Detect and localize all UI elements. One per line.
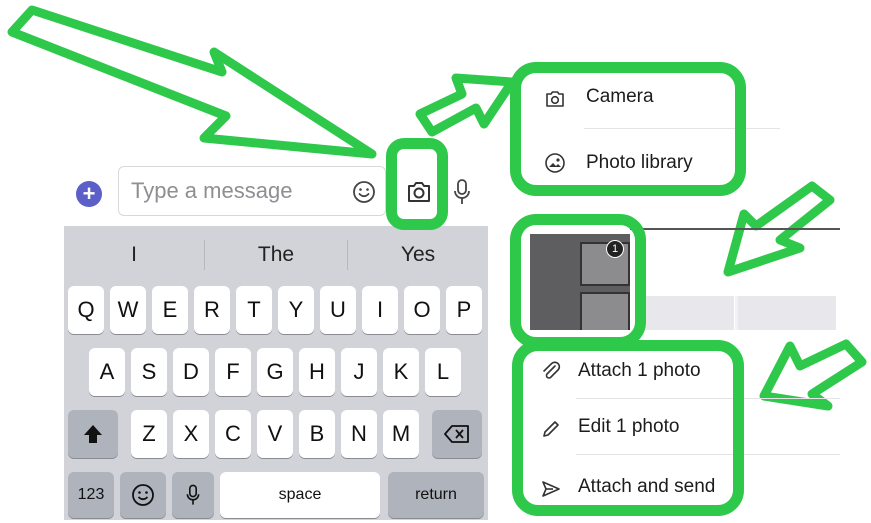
numbers-key[interactable]: 123 <box>68 472 114 518</box>
microphone-icon[interactable] <box>452 178 472 206</box>
shift-icon <box>84 425 102 443</box>
photo-strip-item[interactable] <box>738 296 836 330</box>
highlight-camera-button <box>386 138 448 230</box>
dictation-key[interactable] <box>172 472 214 518</box>
highlight-thumbnail <box>510 214 646 348</box>
shift-key[interactable] <box>68 410 118 458</box>
suggestion-2[interactable]: The <box>205 226 347 284</box>
backspace-key[interactable] <box>432 410 482 458</box>
message-input[interactable]: Type a message <box>118 166 386 216</box>
arrow-to-source-menu <box>415 73 517 137</box>
key-g[interactable]: G <box>257 348 293 396</box>
key-o[interactable]: O <box>404 286 440 334</box>
space-key[interactable]: space <box>220 472 380 518</box>
microphone-icon <box>186 484 200 505</box>
key-e[interactable]: E <box>152 286 188 334</box>
key-a[interactable]: A <box>89 348 125 396</box>
key-k[interactable]: K <box>383 348 419 396</box>
return-key[interactable]: return <box>388 472 484 518</box>
key-l[interactable]: L <box>425 348 461 396</box>
arrow-to-photo-menu <box>759 339 867 411</box>
highlight-photo-menu <box>512 340 744 516</box>
key-b[interactable]: B <box>299 410 335 458</box>
key-j[interactable]: J <box>341 348 377 396</box>
key-s[interactable]: S <box>131 348 167 396</box>
key-d[interactable]: D <box>173 348 209 396</box>
key-t[interactable]: T <box>236 286 272 334</box>
photo-strip <box>636 296 836 330</box>
key-n[interactable]: N <box>341 410 377 458</box>
suggestion-1[interactable]: I <box>64 226 204 284</box>
emoji-icon[interactable] <box>352 180 376 204</box>
suggestion-3[interactable]: Yes <box>348 226 488 284</box>
key-m[interactable]: M <box>383 410 419 458</box>
panel-divider <box>630 228 840 230</box>
message-placeholder: Type a message <box>131 178 293 203</box>
emoji-key[interactable] <box>120 472 166 518</box>
key-w[interactable]: W <box>110 286 146 334</box>
key-x[interactable]: X <box>173 410 209 458</box>
key-i[interactable]: I <box>362 286 398 334</box>
key-z[interactable]: Z <box>131 410 167 458</box>
keyboard: I The Yes Q W E R T Y U I O P A S D F G … <box>64 226 488 520</box>
key-r[interactable]: R <box>194 286 230 334</box>
key-q[interactable]: Q <box>68 286 104 334</box>
key-c[interactable]: C <box>215 410 251 458</box>
key-u[interactable]: U <box>320 286 356 334</box>
key-f[interactable]: F <box>215 348 251 396</box>
key-h[interactable]: H <box>299 348 335 396</box>
key-v[interactable]: V <box>257 410 293 458</box>
key-p[interactable]: P <box>446 286 482 334</box>
arrow-to-camera-button <box>7 5 377 159</box>
add-button[interactable]: + <box>76 181 102 207</box>
backspace-icon <box>444 425 469 443</box>
photo-strip-item[interactable] <box>636 296 735 330</box>
key-y[interactable]: Y <box>278 286 314 334</box>
emoji-icon <box>132 484 154 506</box>
highlight-source-menu <box>510 62 746 196</box>
